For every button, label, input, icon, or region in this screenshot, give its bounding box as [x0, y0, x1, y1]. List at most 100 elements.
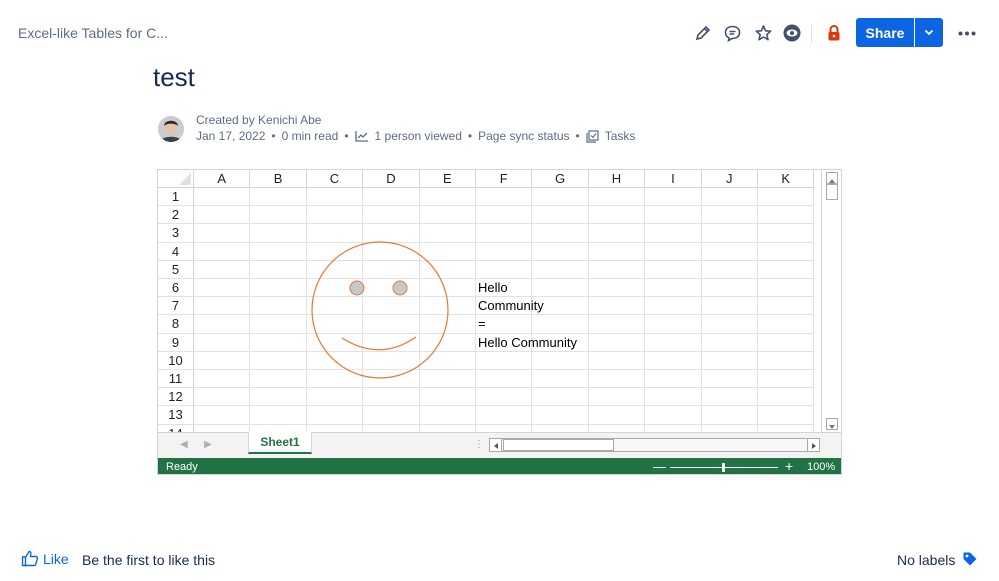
eye-icon[interactable]: [781, 22, 803, 44]
grid-cell[interactable]: [701, 406, 758, 425]
column-header[interactable]: C: [306, 170, 364, 188]
share-button[interactable]: Share: [856, 18, 914, 47]
grid-cell[interactable]: [532, 260, 589, 279]
row-header[interactable]: 10: [158, 351, 194, 370]
grid-cell[interactable]: [194, 206, 251, 225]
grid-cell[interactable]: [194, 370, 251, 389]
grid-cell[interactable]: [363, 188, 420, 207]
grid-cell[interactable]: [250, 333, 307, 352]
grid-cell[interactable]: [476, 424, 533, 432]
grid-cell[interactable]: [306, 188, 364, 207]
grid-cell[interactable]: [476, 406, 533, 425]
analytics-link[interactable]: 1 person viewed: [354, 129, 462, 143]
grid-cell[interactable]: [701, 206, 758, 225]
tasks-link[interactable]: Tasks: [586, 129, 635, 143]
grid-cell[interactable]: [588, 351, 646, 370]
grid-cell[interactable]: [420, 424, 476, 432]
cell-value[interactable]: Hello: [478, 279, 508, 297]
cell-value[interactable]: Community: [478, 297, 544, 315]
column-header[interactable]: G: [532, 170, 589, 188]
grid-cell[interactable]: [532, 242, 589, 261]
row-header[interactable]: 8: [158, 315, 194, 334]
grid-cell[interactable]: [194, 188, 251, 207]
grid-cell[interactable]: [645, 370, 702, 389]
grid-cell[interactable]: [194, 260, 251, 279]
breadcrumb[interactable]: Excel-like Tables for C...: [18, 25, 168, 41]
grid-cell[interactable]: [758, 388, 815, 407]
grid-cell[interactable]: [250, 297, 307, 316]
grid-cell[interactable]: [476, 388, 533, 407]
row-header[interactable]: 3: [158, 224, 194, 243]
grid-cell[interactable]: [250, 388, 307, 407]
column-header[interactable]: B: [250, 170, 307, 188]
zoom-level[interactable]: 100%: [807, 461, 835, 473]
grid-cell[interactable]: [701, 388, 758, 407]
column-header[interactable]: D: [363, 170, 420, 188]
grid-cell[interactable]: [588, 406, 646, 425]
sheet-tab[interactable]: Sheet1: [248, 432, 312, 454]
grid-cell[interactable]: [194, 406, 251, 425]
grid-cell[interactable]: [588, 297, 646, 316]
grid-cell[interactable]: [701, 242, 758, 261]
row-header[interactable]: 14: [158, 424, 194, 432]
grid-cell[interactable]: [758, 351, 815, 370]
grid-cell[interactable]: [532, 370, 589, 389]
row-header[interactable]: 6: [158, 279, 194, 298]
grid-cell[interactable]: [588, 224, 646, 243]
cell-value[interactable]: Hello Community: [478, 334, 577, 352]
avatar[interactable]: [158, 116, 184, 142]
grid-cell[interactable]: [645, 242, 702, 261]
grid-cell[interactable]: [588, 315, 646, 334]
grid-cell[interactable]: [701, 297, 758, 316]
grid-cell[interactable]: [532, 315, 589, 334]
zoom-in-button[interactable]: +: [785, 458, 793, 474]
star-icon[interactable]: [752, 22, 774, 44]
row-header[interactable]: 13: [158, 406, 194, 425]
grid-cell[interactable]: [758, 224, 815, 243]
scroll-left-button[interactable]: [490, 439, 502, 451]
row-header[interactable]: 1: [158, 188, 194, 207]
grid-cell[interactable]: [419, 206, 476, 225]
column-header[interactable]: A: [194, 170, 251, 188]
grid-cell[interactable]: [645, 315, 702, 334]
grid-cell[interactable]: [645, 206, 702, 225]
scroll-up-button[interactable]: [826, 172, 838, 184]
grid-cell[interactable]: [701, 333, 758, 352]
grid-cell[interactable]: [588, 388, 646, 407]
grid-cell[interactable]: [307, 424, 364, 432]
row-header[interactable]: 9: [158, 333, 194, 352]
lock-icon[interactable]: [823, 22, 845, 44]
grid-cell[interactable]: [758, 424, 815, 432]
grid-cell[interactable]: [419, 406, 476, 425]
grid-cell[interactable]: [476, 370, 533, 389]
grid-cell[interactable]: [701, 224, 758, 243]
next-sheet-button[interactable]: ▶: [204, 439, 212, 450]
grid-cell[interactable]: [532, 279, 589, 298]
grid-cell[interactable]: [306, 206, 364, 225]
grid-cell[interactable]: [476, 260, 533, 279]
column-header[interactable]: H: [588, 170, 646, 188]
row-header[interactable]: 4: [158, 242, 194, 261]
grid-cell[interactable]: [758, 206, 815, 225]
zoom-out-button[interactable]: —: [653, 459, 666, 474]
row-header[interactable]: 5: [158, 260, 194, 279]
grid-cell[interactable]: [250, 370, 307, 389]
row-header[interactable]: 2: [158, 206, 194, 225]
grid-cell[interactable]: [194, 224, 251, 243]
grid-cell[interactable]: [758, 260, 815, 279]
grid-cell[interactable]: [588, 260, 646, 279]
grid-cell[interactable]: [701, 370, 758, 389]
share-options-button[interactable]: [915, 18, 943, 47]
grid-cell[interactable]: [476, 188, 533, 207]
column-header[interactable]: I: [645, 170, 702, 188]
select-all-corner[interactable]: [158, 170, 194, 188]
smiley-face-shape[interactable]: [310, 240, 450, 380]
grid-cell[interactable]: [701, 351, 758, 370]
grid-cell[interactable]: [758, 279, 815, 298]
grid-cell[interactable]: [645, 424, 702, 432]
row-header[interactable]: 12: [158, 388, 194, 407]
grid-cell[interactable]: [476, 351, 533, 370]
grid-cell[interactable]: [250, 406, 307, 425]
grid-cell[interactable]: [701, 279, 758, 298]
grid-cell[interactable]: [645, 260, 702, 279]
